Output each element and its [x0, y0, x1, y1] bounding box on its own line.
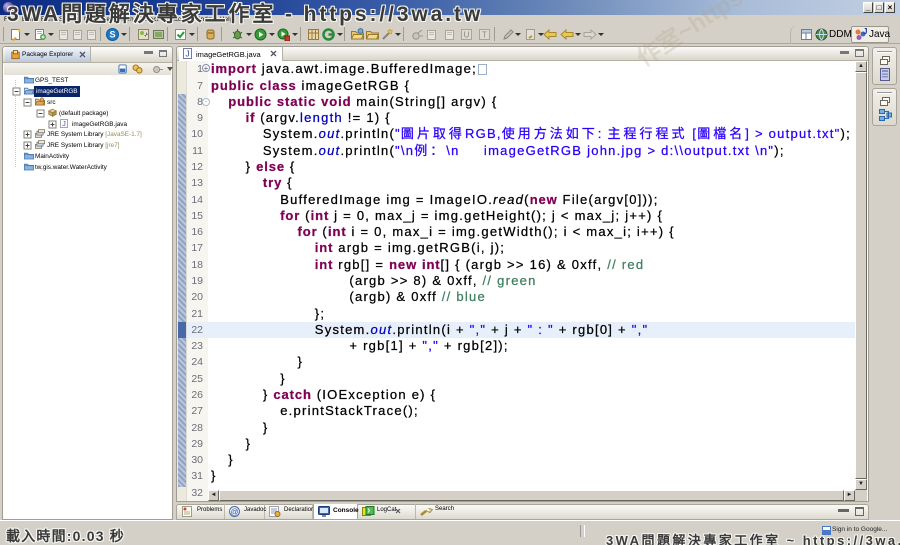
svg-text:U: U — [464, 31, 470, 40]
svg-text:S: S — [109, 30, 115, 40]
svg-text:T: T — [482, 31, 487, 40]
svg-text:J: J — [186, 50, 190, 59]
svg-text:J: J — [863, 28, 867, 36]
svg-text:J: J — [62, 120, 66, 128]
svg-text:@: @ — [230, 508, 238, 517]
